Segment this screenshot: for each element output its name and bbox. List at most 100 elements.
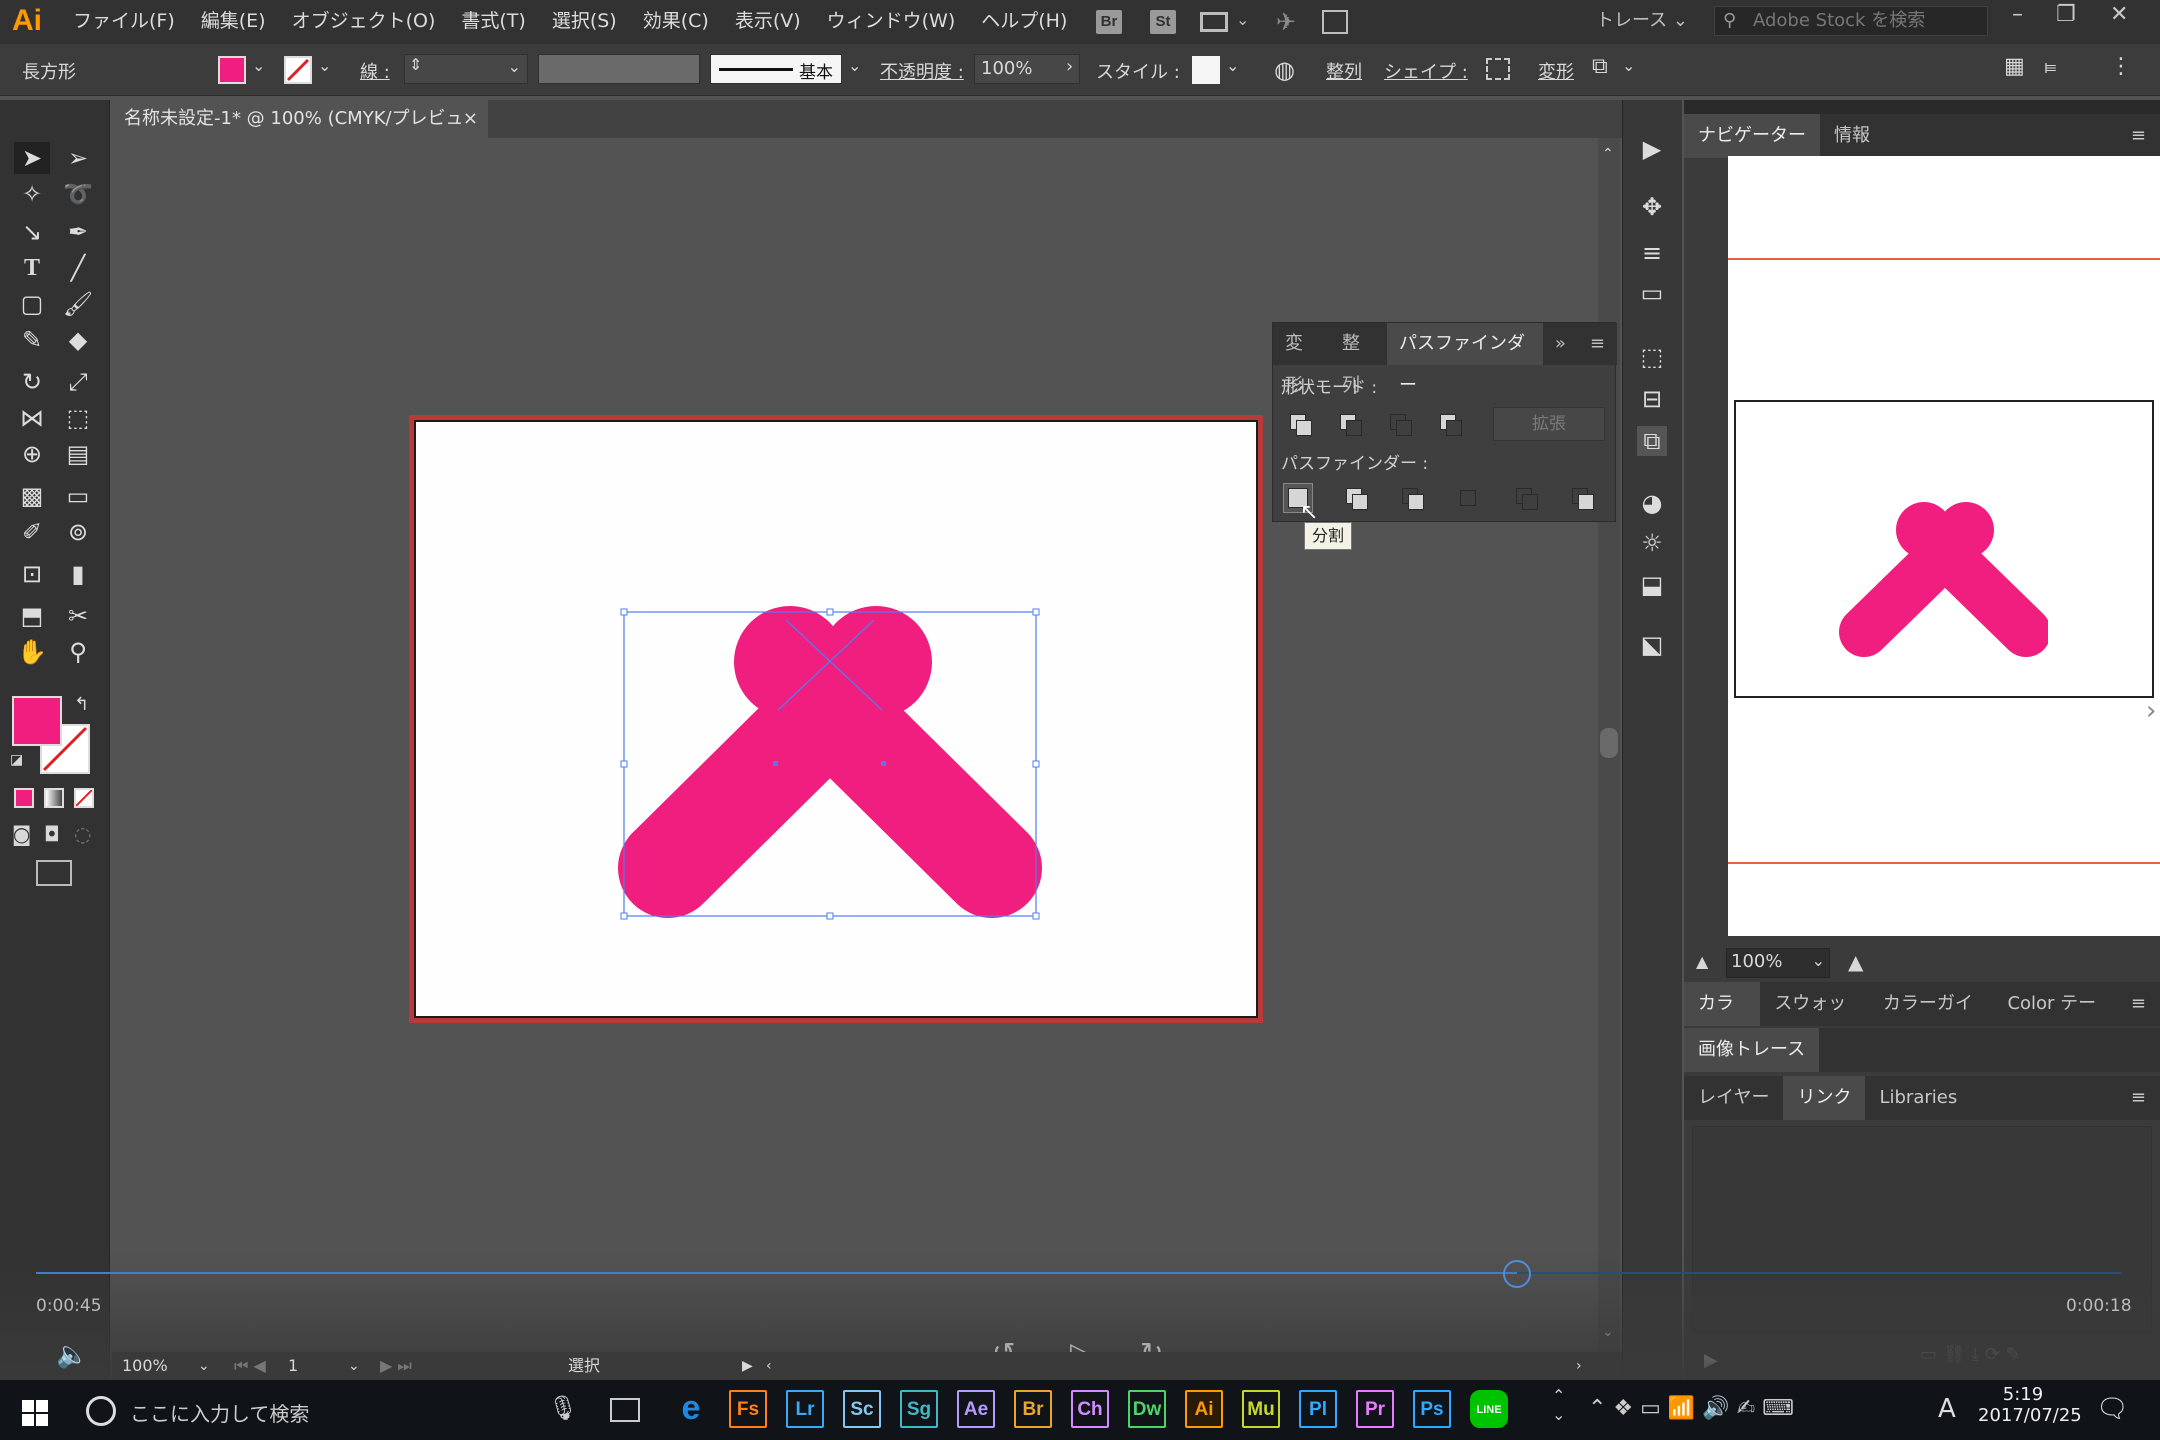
expand-button[interactable]: 拡張	[1493, 407, 1605, 441]
symbols-panel-icon[interactable]: ⬓	[1637, 570, 1667, 600]
panel-menu-icon[interactable]: ≡	[2117, 114, 2160, 158]
line-tool-icon[interactable]: ╱	[60, 252, 96, 284]
chevron-down-icon[interactable]: ⌄	[198, 1352, 210, 1380]
panel-menu-icon[interactable]: ≡	[1578, 323, 1617, 365]
navigator-preview[interactable]	[1728, 156, 2160, 936]
draw-behind-icon[interactable]: ◘	[44, 822, 60, 846]
workspace-switcher[interactable]: トレース ⌄	[1596, 0, 1688, 42]
menu-type[interactable]: 書式(T)	[448, 0, 538, 44]
scroll-right-icon[interactable]: ›	[1576, 1352, 1582, 1380]
menu-edit[interactable]: 編集(E)	[188, 0, 279, 44]
taskbar-app-pl[interactable]: Pl	[1299, 1390, 1337, 1428]
puppet-warp-icon[interactable]: ✥	[1637, 192, 1667, 222]
stock-button[interactable]: St	[1150, 10, 1176, 34]
blend-tool-icon[interactable]: ⊚	[60, 516, 96, 548]
chevron-down-icon[interactable]: ⌄	[1236, 10, 1249, 29]
menu-help[interactable]: ヘルプ(H)	[968, 0, 1080, 44]
first-artboard-icon[interactable]: ⏮ ◀	[234, 1352, 266, 1380]
tab-pathfinder[interactable]: パスファインダー	[1386, 323, 1543, 396]
shaper-tool-icon[interactable]: ✎	[14, 324, 50, 356]
scale-tool-icon[interactable]: ⤢	[60, 366, 96, 398]
distribute-icon[interactable]: ⫢	[2044, 54, 2057, 79]
opacity-field[interactable]: 100%	[974, 54, 1080, 84]
volume-icon[interactable]: 🔈	[56, 1340, 88, 1370]
anchor-tool-icon[interactable]: ↘	[14, 216, 50, 248]
taskbar-app-lr[interactable]: Lr	[786, 1390, 824, 1428]
minus-front-button[interactable]	[1335, 409, 1365, 439]
actions-play-icon[interactable]: ▶	[1637, 134, 1667, 164]
video-scrubber-handle[interactable]	[1503, 1260, 1532, 1288]
tab-align[interactable]: 整列	[1330, 323, 1387, 396]
shape-link[interactable]: シェイプ :	[1384, 58, 1468, 84]
symbol-sprayer-tool-icon[interactable]: ⊡	[14, 558, 50, 590]
taskbar-app-mu[interactable]: Mu	[1242, 1390, 1280, 1428]
stroke-panel-icon[interactable]: ≡	[1637, 238, 1667, 268]
scroll-thumb[interactable]	[1600, 728, 1618, 758]
tray-icons[interactable]: ⌃ ❖ ▭ 📶 🔊 ✍ ⌨	[1588, 1396, 1794, 1421]
selection-tool-icon[interactable]: ➤	[14, 142, 50, 174]
shape-builder-tool-icon[interactable]: ⊕	[14, 438, 50, 470]
artboard-number[interactable]: 1	[288, 1352, 298, 1380]
menu-view[interactable]: 表示(V)	[722, 0, 814, 44]
menu-window[interactable]: ウィンドウ(W)	[814, 0, 969, 44]
stock-search-input[interactable]: ⚲ Adobe Stock を検索	[1714, 6, 1988, 36]
column-graph-tool-icon[interactable]: ▮	[60, 558, 96, 590]
menu-file[interactable]: ファイル(F)	[60, 0, 188, 44]
graphic-styles-icon[interactable]: ☼	[1637, 528, 1667, 558]
transform-options-icon[interactable]: ⧉	[1592, 54, 1608, 79]
tab-layers[interactable]: レイヤー	[1684, 1076, 1783, 1120]
notifications-icon[interactable]: 🗨	[2096, 1394, 2129, 1424]
rotate-tool-icon[interactable]: ↻	[14, 366, 50, 398]
paintbrush-tool-icon[interactable]: 🖌	[60, 288, 96, 320]
bridge-button[interactable]: Br	[1096, 10, 1122, 34]
taskbar-scroll-icon[interactable]: ⌃ ⌄	[1552, 1386, 1565, 1424]
taskbar-app-ai[interactable]: Ai	[1185, 1390, 1223, 1428]
taskbar-app-fs[interactable]: Fs	[729, 1390, 767, 1428]
navigator-zoom-field[interactable]: 100% ⌄	[1726, 948, 1830, 978]
clock[interactable]: 5:19 2017/07/25	[1978, 1384, 2082, 1426]
stroke-label[interactable]: 線 :	[360, 58, 390, 84]
swap-colors-icon[interactable]: ↰	[74, 694, 89, 715]
taskbar-app-br[interactable]: Br	[1014, 1390, 1052, 1428]
intersect-button[interactable]	[1385, 409, 1415, 439]
panel-menu-icon[interactable]: ≡	[2117, 982, 2160, 1026]
tab-transform[interactable]: 変形	[1273, 323, 1330, 396]
trim-button[interactable]	[1341, 483, 1371, 513]
tab-color-guide[interactable]: カラーガイド	[1869, 982, 1994, 1058]
taskbar-app-pr[interactable]: Pr	[1356, 1390, 1394, 1428]
fill-color-swatch-front[interactable]	[12, 696, 62, 746]
graphic-style-swatch[interactable]	[1192, 56, 1220, 84]
color-mode-icon[interactable]	[14, 788, 34, 808]
taskbar-search-placeholder[interactable]: ここに入力して検索	[130, 1398, 309, 1427]
direct-selection-tool-icon[interactable]: ➢	[60, 142, 96, 174]
eyedropper-tool-icon[interactable]: ✐	[14, 516, 50, 548]
draw-normal-icon[interactable]: ◙	[12, 822, 31, 846]
recolor-artwork-icon[interactable]: ◍	[1274, 56, 1295, 84]
zoom-tool-icon[interactable]: ⚲	[60, 636, 96, 668]
taskbar-app-ps[interactable]: Ps	[1413, 1390, 1451, 1428]
screen-mode-icon[interactable]	[36, 860, 72, 886]
zoom-out-icon[interactable]: ▲	[1696, 952, 1708, 971]
free-transform-tool-icon[interactable]: ⬚	[60, 402, 96, 434]
cortana-icon[interactable]	[86, 1396, 116, 1426]
taskbar-app-ch[interactable]: Ch	[1071, 1390, 1109, 1428]
minimize-button[interactable]: –	[2012, 2, 2023, 27]
opacity-label[interactable]: 不透明度 :	[880, 58, 964, 84]
default-colors-icon[interactable]: ◪	[10, 752, 23, 768]
align-link[interactable]: 整列	[1326, 58, 1362, 84]
scroll-up-icon[interactable]: ⌃	[1602, 146, 1614, 162]
type-tool-icon[interactable]: T	[14, 252, 50, 284]
menu-select[interactable]: 選択(S)	[539, 0, 630, 44]
artwork-layer[interactable]	[600, 590, 1060, 930]
brush-definition[interactable]: 基本	[710, 54, 842, 84]
slice-tool-icon[interactable]: ✂	[60, 600, 96, 632]
arrange-icon[interactable]: ▦	[2004, 54, 2025, 79]
document-tab[interactable]: 名称未設定-1* @ 100% (CMYK/プレビュー) ×	[112, 100, 488, 167]
menu-effect[interactable]: 効果(C)	[630, 0, 722, 44]
microphone-icon[interactable]: 🎙	[548, 1394, 578, 1422]
chevron-down-icon[interactable]: ⌄	[318, 56, 331, 75]
taskbar-app-e[interactable]: e	[672, 1390, 710, 1428]
variable-width-profile[interactable]	[538, 54, 700, 84]
stroke-swatch[interactable]	[284, 56, 312, 84]
windows-start-icon[interactable]	[22, 1400, 48, 1426]
